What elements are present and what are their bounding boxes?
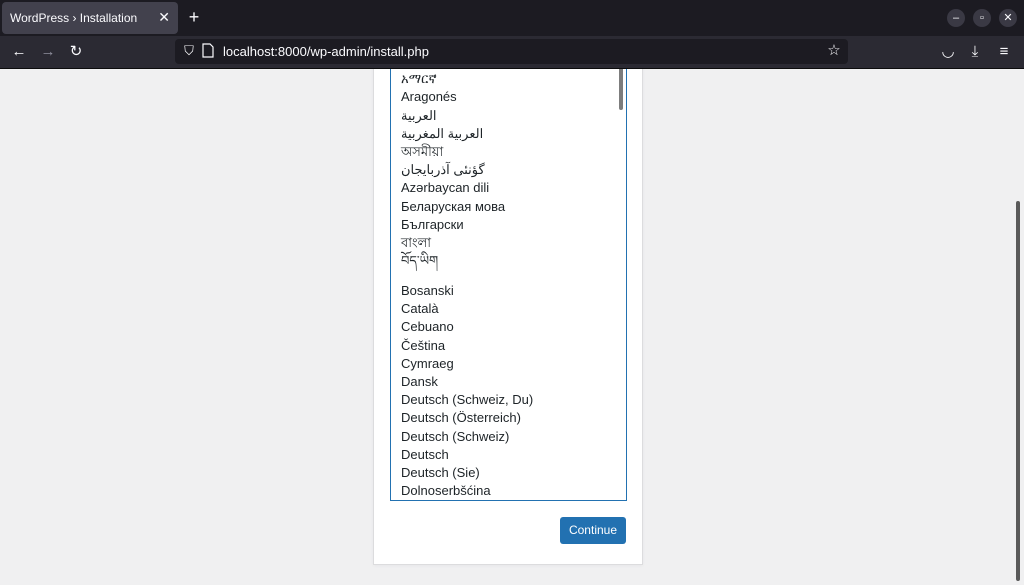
browser-titlebar: WordPress › Installation ✕ + – ▫ ✕ bbox=[0, 0, 1024, 36]
language-option[interactable]: Deutsch (Schweiz, Du) bbox=[401, 391, 533, 409]
language-option[interactable]: Български bbox=[401, 216, 533, 234]
language-option[interactable]: العربية bbox=[401, 107, 533, 125]
language-option[interactable]: Cebuano bbox=[401, 318, 533, 336]
language-option[interactable]: Bosanski bbox=[401, 282, 533, 300]
menu-icon[interactable]: ≡ bbox=[994, 42, 1014, 62]
language-options: AfrikaansአማርኛAragonésالعربيةالعربية المغ… bbox=[401, 69, 533, 500]
page-icon bbox=[202, 43, 214, 58]
minimize-button[interactable]: – bbox=[947, 9, 965, 27]
new-tab-button[interactable]: + bbox=[184, 7, 204, 27]
language-option[interactable]: العربية المغربية bbox=[401, 125, 533, 143]
language-option[interactable]: Deutsch (Sie) bbox=[401, 464, 533, 482]
language-select[interactable]: AfrikaansአማርኛAragonésالعربيةالعربية المغ… bbox=[390, 69, 627, 501]
install-card: AfrikaansአማርኛAragonésالعربيةالعربية المغ… bbox=[373, 69, 643, 565]
page-content: AfrikaansአማርኛAragonésالعربيةالعربية المغ… bbox=[0, 69, 1024, 585]
back-icon[interactable]: ← bbox=[9, 42, 29, 62]
forward-icon[interactable]: → bbox=[38, 42, 58, 62]
url-bar[interactable]: ⛉ localhost:8000/wp-admin/install.php ☆ bbox=[175, 39, 848, 64]
language-option[interactable]: བོད་ཡིག bbox=[401, 252, 533, 282]
language-option[interactable]: አማርኛ bbox=[401, 70, 533, 88]
shield-icon[interactable]: ⛉ bbox=[181, 42, 197, 60]
page-scrollbar[interactable] bbox=[1016, 201, 1020, 581]
download-icon[interactable]: ⤓ bbox=[965, 42, 985, 62]
restore-button[interactable]: ▫ bbox=[973, 9, 991, 27]
close-window-button[interactable]: ✕ bbox=[999, 9, 1017, 27]
language-option[interactable]: Dolnoserbšćina bbox=[401, 482, 533, 500]
language-option[interactable]: Dansk bbox=[401, 373, 533, 391]
language-option[interactable]: Deutsch bbox=[401, 446, 533, 464]
language-option[interactable]: অসমীয়া bbox=[401, 143, 533, 161]
language-option[interactable]: Deutsch (Schweiz) bbox=[401, 428, 533, 446]
continue-button[interactable]: Continue bbox=[560, 517, 626, 544]
language-option[interactable]: Aragonés bbox=[401, 88, 533, 106]
language-option[interactable]: Azərbaycan dili bbox=[401, 179, 533, 197]
language-option[interactable]: Čeština bbox=[401, 337, 533, 355]
browser-tab[interactable]: WordPress › Installation ✕ bbox=[2, 2, 178, 34]
tab-close-icon[interactable]: ✕ bbox=[158, 9, 170, 26]
language-option[interactable]: Беларуская мова bbox=[401, 198, 533, 216]
reload-icon[interactable]: ↻ bbox=[66, 42, 86, 62]
language-option[interactable]: Cymraeg bbox=[401, 355, 533, 373]
language-option[interactable]: گؤنئی آذربایجان bbox=[401, 161, 533, 179]
language-option[interactable]: বাংলা bbox=[401, 234, 533, 252]
language-option[interactable]: Deutsch (Österreich) bbox=[401, 409, 533, 427]
url-text[interactable]: localhost:8000/wp-admin/install.php bbox=[223, 44, 429, 59]
language-list-scrollbar[interactable] bbox=[619, 69, 623, 110]
bookmark-star-icon[interactable]: ☆ bbox=[824, 41, 844, 61]
pocket-icon[interactable]: ◡ bbox=[938, 42, 958, 62]
browser-navbar: ← → ↻ ⛉ localhost:8000/wp-admin/install.… bbox=[0, 36, 1024, 69]
language-option[interactable]: Català bbox=[401, 300, 533, 318]
tab-title: WordPress › Installation bbox=[10, 11, 138, 25]
